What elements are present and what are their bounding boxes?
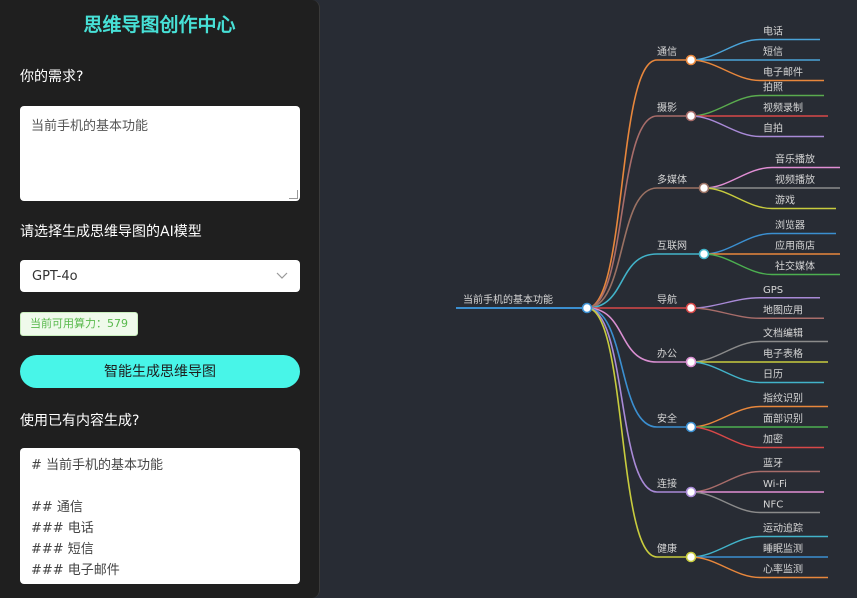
- child-label: 视频播放: [775, 173, 815, 186]
- child-connector: [690, 426, 761, 449]
- child-label: 睡眠监测: [763, 542, 803, 555]
- branch-label: 连接: [657, 477, 677, 490]
- child-connector: [703, 253, 773, 276]
- child-connector: [690, 340, 761, 363]
- child-connector: [690, 94, 761, 117]
- child-connector: [703, 166, 773, 189]
- child-label: 电子表格: [763, 347, 803, 360]
- branch-node-circle: [685, 302, 697, 314]
- chevron-down-icon: [276, 272, 288, 279]
- child-label: NFC: [763, 500, 783, 511]
- branch-node-circle: [685, 421, 697, 433]
- branch-label: 多媒体: [657, 173, 687, 186]
- markdown-input[interactable]: # 当前手机的基本功能 ## 通信 ### 电话 ### 短信 ### 电子邮件: [20, 448, 300, 584]
- sidebar: 思维导图创作中心 你的需求? 当前手机的基本功能 请选择生成思维导图的AI模型 …: [0, 0, 320, 598]
- markdown-line: ## 通信: [31, 500, 83, 515]
- child-label: 蓝牙: [763, 458, 783, 470]
- child-label: 指纹识别: [763, 392, 803, 405]
- markdown-line: ### 短信: [31, 542, 94, 557]
- mindmap-canvas[interactable]: 当前手机的基本功能 通信 电话短信电子邮件摄影 拍照视频录制自拍多媒体 音乐播放视频播放…: [320, 0, 857, 598]
- child-connector: [690, 115, 761, 138]
- child-connector: [690, 38, 761, 61]
- root-node-circle: [581, 302, 593, 314]
- child-label: 游戏: [775, 194, 795, 207]
- existing-content-label: 使用已有内容生成?: [20, 413, 140, 429]
- child-label: 日历: [763, 369, 783, 381]
- markdown-line: [31, 476, 289, 497]
- child-label: 应用商店: [775, 239, 815, 252]
- resize-grip-icon[interactable]: [289, 190, 298, 199]
- child-connector: [690, 307, 761, 319]
- branch-label: 安全: [657, 412, 677, 425]
- need-label: 你的需求?: [20, 69, 84, 85]
- branch-node-circle: [685, 356, 697, 368]
- child-label: 加密: [763, 433, 783, 446]
- child-connector: [690, 556, 761, 579]
- model-select-value: GPT-4o: [32, 268, 78, 284]
- child-label: 浏览器: [775, 219, 805, 232]
- branch-label: 导航: [657, 293, 677, 306]
- page-title: 思维导图创作中心: [83, 14, 236, 36]
- child-connector: [690, 59, 761, 82]
- markdown-line: # 当前手机的基本功能: [31, 458, 164, 473]
- child-connector: [690, 470, 761, 493]
- child-label: 电子邮件: [763, 66, 803, 79]
- branch-connector: [586, 307, 658, 558]
- child-label: 音乐播放: [775, 153, 815, 166]
- child-label: 社交媒体: [775, 260, 815, 273]
- model-select[interactable]: GPT-4o: [20, 260, 300, 292]
- branch-label: 互联网: [657, 240, 687, 252]
- need-input-text: 当前手机的基本功能: [31, 119, 149, 134]
- branch-node-circle: [698, 182, 710, 194]
- branch-node-circle: [685, 551, 697, 563]
- markdown-line: ### 电子邮件: [31, 563, 120, 578]
- branch-node-circle: [685, 110, 697, 122]
- child-label: 心率监测: [763, 563, 803, 576]
- model-label: 请选择生成思维导图的AI模型: [20, 224, 202, 240]
- child-connector: [690, 297, 761, 309]
- branch-label: 健康: [657, 542, 677, 555]
- child-label: 短信: [763, 45, 783, 58]
- child-label: 拍照: [763, 81, 783, 94]
- child-connector: [690, 491, 761, 514]
- markdown-line: ### 电话: [31, 521, 94, 536]
- branch-node-circle: [698, 248, 710, 260]
- child-label: 电话: [763, 25, 783, 38]
- child-connector: [703, 232, 773, 255]
- branch-label: 摄影: [657, 101, 677, 114]
- child-label: 运动追踪: [763, 522, 803, 535]
- child-label: 文档编辑: [763, 327, 803, 340]
- child-label: GPS: [763, 285, 783, 296]
- need-input[interactable]: 当前手机的基本功能: [20, 106, 300, 201]
- quota-badge: 当前可用算力：579: [20, 312, 138, 336]
- branch-node-circle: [685, 54, 697, 66]
- branch-connector: [586, 115, 658, 309]
- child-connector: [703, 187, 773, 210]
- child-label: Wi-Fi: [763, 479, 787, 490]
- child-connector: [690, 405, 761, 428]
- child-label: 视频录制: [763, 101, 803, 114]
- child-label: 自拍: [763, 122, 783, 135]
- child-connector: [690, 361, 761, 384]
- child-connector: [690, 535, 761, 558]
- child-label: 面部识别: [763, 412, 803, 425]
- branch-connector: [586, 187, 658, 309]
- branch-connector: [586, 307, 658, 428]
- branch-node-circle: [685, 486, 697, 498]
- root-node-label: 当前手机的基本功能: [463, 293, 553, 306]
- branch-label: 通信: [657, 46, 677, 58]
- branch-connector: [586, 59, 658, 309]
- child-label: 地图应用: [763, 303, 803, 316]
- generate-mindmap-button[interactable]: 智能生成思维导图: [20, 355, 300, 388]
- branch-label: 办公: [657, 347, 677, 360]
